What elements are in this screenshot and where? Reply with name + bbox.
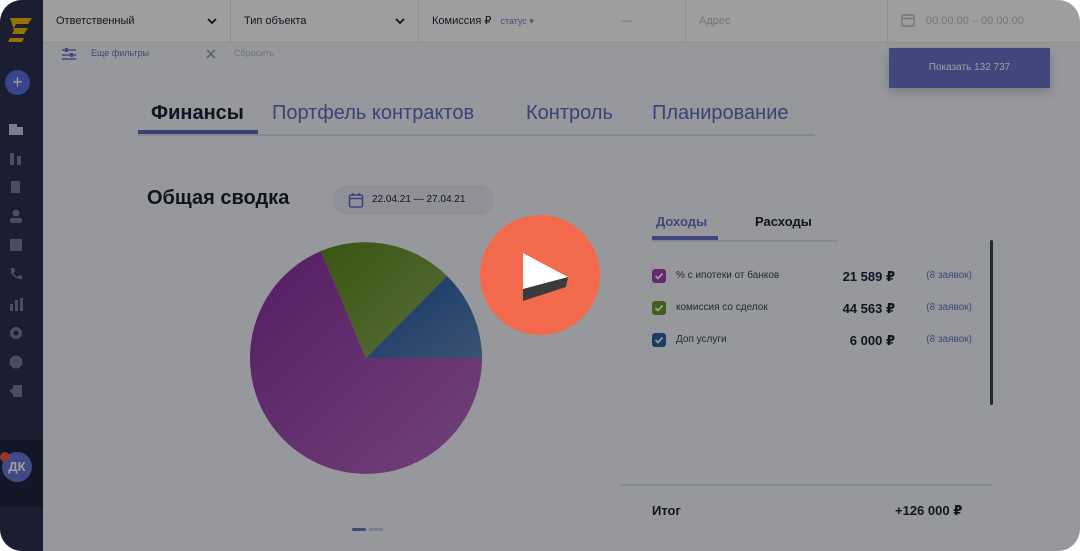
- responsible-label: Ответственный: [56, 15, 135, 27]
- checkbox[interactable]: [652, 333, 666, 347]
- checkbox[interactable]: [652, 269, 666, 283]
- row-label: Доп услуги: [676, 334, 727, 345]
- total-value: +126 000 ₽: [895, 503, 963, 518]
- gear-icon[interactable]: [8, 325, 24, 341]
- main-tabs: Финансы Портфель контрактов Контроль Пла…: [138, 98, 815, 136]
- summary-date-value: 22.04.21 — 27.04.21: [372, 194, 466, 205]
- responsible-filter[interactable]: Ответственный: [43, 0, 231, 42]
- date-range-value: 00.00.00 – 00.00.00: [926, 15, 1024, 27]
- play-button[interactable]: [480, 215, 600, 335]
- tab-expenses[interactable]: Расходы: [755, 214, 812, 229]
- tab-finance[interactable]: Финансы: [151, 98, 244, 128]
- phone-icon[interactable]: [8, 266, 24, 282]
- checkbox[interactable]: [652, 301, 666, 315]
- chart-icon[interactable]: [8, 150, 24, 166]
- chevron-down-icon: [207, 18, 217, 25]
- scrollbar[interactable]: [990, 240, 993, 405]
- total-label: Итог: [652, 503, 681, 518]
- summary-title: Общая сводка: [147, 187, 290, 209]
- calendar-icon: [348, 193, 364, 208]
- add-button[interactable]: +: [5, 70, 30, 95]
- object-type-filter[interactable]: Тип объекта: [231, 0, 419, 42]
- notification-badge: [0, 452, 10, 462]
- carousel-dots[interactable]: [352, 518, 386, 536]
- row-count-link[interactable]: (8 заявок): [926, 334, 972, 345]
- filter-bar: Ответственный Тип объекта Комиссия ₽ ста…: [43, 0, 1080, 43]
- row-count-link[interactable]: (8 заявок): [926, 302, 972, 313]
- row-amount: 44 563 ₽: [842, 301, 895, 316]
- row-amount: 6 000 ₽: [849, 333, 895, 348]
- list-icon[interactable]: [8, 237, 24, 253]
- commission-label: Комиссия ₽: [432, 15, 492, 27]
- more-filters-link[interactable]: Еще фильтры: [91, 48, 149, 58]
- summary-date-picker[interactable]: 22.04.21 — 27.04.21: [332, 185, 494, 215]
- calendar-icon: [901, 14, 915, 27]
- play-icon: [523, 253, 568, 301]
- row-label: комиссия со сделок: [676, 302, 768, 313]
- bar-chart-icon[interactable]: [8, 296, 24, 312]
- reset-link[interactable]: Сбросить: [234, 48, 274, 58]
- filter-sliders-icon[interactable]: [61, 47, 77, 61]
- row-count-link[interactable]: (8 заявок): [926, 270, 972, 281]
- address-placeholder: Адрес: [699, 15, 731, 27]
- logo-icon[interactable]: [6, 14, 36, 46]
- divider: [620, 484, 992, 486]
- building-icon[interactable]: [8, 120, 24, 136]
- list-item: Доп услуги 6 000 ₽ (8 заявок): [652, 331, 992, 351]
- logout-icon[interactable]: [8, 383, 24, 399]
- status-link[interactable]: статус ▾: [500, 16, 533, 26]
- tab-planning[interactable]: Планирование: [652, 98, 789, 128]
- tab-income[interactable]: Доходы: [656, 214, 707, 229]
- row-label: % с ипотеки от банков: [676, 270, 780, 281]
- active-tab-indicator: [138, 130, 258, 134]
- tab-contracts[interactable]: Портфель контрактов: [272, 98, 474, 128]
- list-item: % с ипотеки от банков 21 589 ₽ (8 заявок…: [652, 267, 992, 287]
- object-type-label: Тип объекта: [244, 15, 307, 27]
- show-results-button[interactable]: Показать 132 737: [889, 48, 1050, 88]
- row-amount: 21 589 ₽: [842, 269, 895, 284]
- income-pie-chart: [250, 242, 482, 474]
- tab-control[interactable]: Контроль: [526, 98, 613, 128]
- chevron-down-icon: [395, 18, 405, 25]
- app-window: + ДК Ответственный Тип объекта Комиссия …: [0, 0, 1080, 551]
- panel-tab-indicator: [652, 236, 718, 240]
- commission-dash: —: [621, 15, 632, 27]
- date-range-filter[interactable]: 00.00.00 – 00.00.00: [888, 0, 1080, 42]
- commission-filter[interactable]: Комиссия ₽ статус ▾ —: [419, 0, 686, 42]
- panel-tabs: Доходы Расходы: [652, 206, 837, 242]
- help-icon[interactable]: [8, 354, 24, 370]
- user-icon[interactable]: [8, 208, 24, 224]
- close-icon[interactable]: [205, 48, 217, 60]
- sidebar: + ДК: [0, 0, 43, 551]
- list-item: комиссия со сделок 44 563 ₽ (8 заявок): [652, 299, 992, 319]
- address-input[interactable]: Адрес: [686, 0, 888, 42]
- document-icon[interactable]: [8, 179, 24, 195]
